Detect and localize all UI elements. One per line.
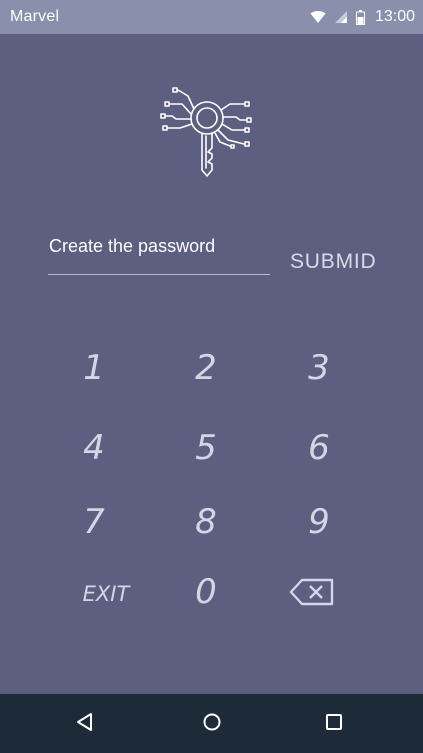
recents-button[interactable] <box>320 710 348 738</box>
key-3[interactable]: 3 <box>279 340 359 396</box>
status-icons: 13:00 <box>310 8 415 26</box>
battery-icon <box>355 9 365 25</box>
key-6[interactable]: 6 <box>279 420 359 476</box>
key-9[interactable]: 9 <box>279 494 359 550</box>
carrier-name: Marvel <box>10 8 60 25</box>
key-2[interactable]: 2 <box>166 340 246 396</box>
wifi-icon <box>310 10 326 24</box>
signal-icon <box>334 10 348 24</box>
key-7[interactable]: 7 <box>54 494 134 550</box>
exit-button[interactable]: EXIT <box>66 566 146 622</box>
home-icon <box>202 712 222 737</box>
key-0[interactable]: 0 <box>166 564 246 620</box>
status-bar: Marvel 13:00 <box>0 0 423 34</box>
backspace-icon <box>289 578 335 606</box>
key-5[interactable]: 5 <box>166 420 246 476</box>
navigation-bar <box>0 694 423 753</box>
status-time: 13:00 <box>374 8 415 25</box>
back-icon <box>75 712 95 737</box>
back-button[interactable] <box>71 710 99 738</box>
home-button[interactable] <box>198 710 226 738</box>
backspace-button[interactable] <box>272 564 352 620</box>
key-1[interactable]: 1 <box>54 340 134 396</box>
key-8[interactable]: 8 <box>166 494 246 550</box>
password-screen: Create the password SUBMID 1 2 3 4 5 6 7… <box>0 34 423 694</box>
key-4[interactable]: 4 <box>54 420 134 476</box>
keypad: 1 2 3 4 5 6 7 8 9 EXIT 0 <box>0 34 423 694</box>
recents-icon <box>324 712 344 737</box>
